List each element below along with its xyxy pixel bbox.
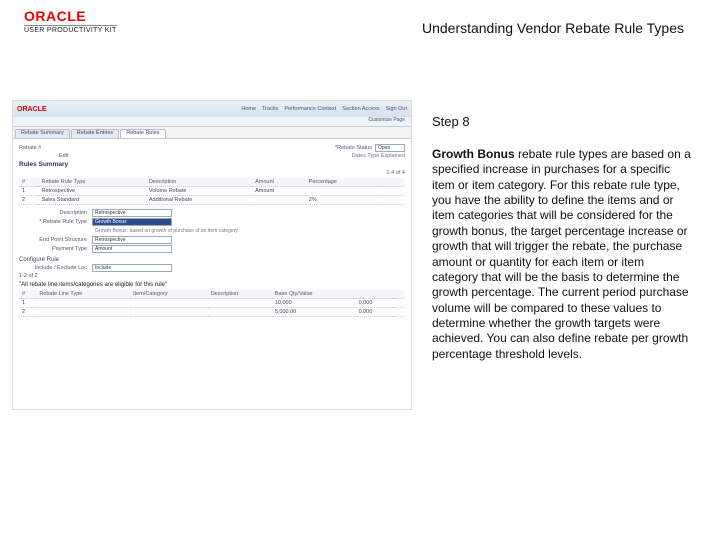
ss-customize-link[interactable]: Customize Page [13,117,411,127]
ss-rrt-label: * Rebate Rule Type [19,219,89,225]
ss-lines-table: # Rebate Line Type Item/Category Descrip… [19,290,405,317]
instruction-text: Growth Bonus rebate rule types are based… [432,147,692,362]
table-header-row: # Rebate Line Type Item/Category Descrip… [19,290,405,299]
ss-config-heading: Configure Rule [19,257,405,263]
col-e1 [379,178,392,187]
ss-tab-entries[interactable]: Rebate Entries [71,129,119,138]
ss-loc-select[interactable]: Include [92,264,172,272]
ss-desc-label: Description [19,210,89,216]
table-row[interactable]: 1 10,000 0.000 [19,299,405,308]
ss-status-label: *Rebate Status [335,145,372,151]
ss-nav-section[interactable]: Section Access [342,106,379,112]
ss-dates-label: Dates Type Explained [352,153,405,159]
ss-pager2: 1-2 of 2 [19,273,405,279]
col-pct: Percentage [306,178,379,187]
ss-rules-table: # Rebate Rule Type Description Amount Pe… [19,178,405,205]
page-title: Understanding Vendor Rebate Rule Types [422,20,684,36]
ss-nav-home[interactable]: Home [241,106,256,112]
col-e2 [392,178,405,187]
col-amt: Amount [252,178,306,187]
ss-pt-label: Payment Type [19,246,89,252]
app-screenshot: ORACLE Home Tracks Performance Context S… [12,100,412,410]
instruction-panel: Step 8 Growth Bonus rebate rule types ar… [432,114,692,362]
ss-rrt-select[interactable]: Growth Bonus [92,218,172,226]
table-row[interactable]: 2 5,000.00 0.000 [19,308,405,317]
table-row[interactable]: 1 Retrospective Volume Rebate Amount [19,187,405,196]
ss-desc-select[interactable]: Retrospective [92,209,172,217]
c2-e2 [393,290,405,299]
c2-num: # [19,290,36,299]
ss-range: 1-4 of 4 [19,170,405,176]
ss-eligibility-note: "All rebate line items/categories are el… [19,282,405,288]
brand-logo-block: ORACLE USER PRODUCTIVITY KIT [24,8,117,34]
ss-rrt-note: Growth Bonus: based on growth of purchas… [95,228,405,234]
col-desc: Description [146,178,252,187]
ss-nav-perf[interactable]: Performance Context [284,106,336,112]
ss-rebate-num-label: Rebate # [19,145,41,151]
col-num: # [19,178,38,187]
c2-desc: Description [208,290,272,299]
c2-base: Base Qty/Value [272,290,356,299]
ss-rules-heading: Rules Summary [19,161,405,168]
c2-e1 [356,290,394,299]
ss-nav: Home Tracks Performance Context Section … [241,106,407,112]
table-header-row: # Rebate Rule Type Description Amount Pe… [19,178,405,187]
ss-edit-link[interactable]: Edit [59,153,68,159]
c2-item: Item/Category [130,290,208,299]
col-type: Rebate Rule Type [38,178,145,187]
ss-eps-select[interactable]: Retrospective [92,236,172,244]
ss-nav-tracks[interactable]: Tracks [262,106,278,112]
ss-loc-label: Include / Exclude Loc [19,265,89,271]
ss-tabs: Rebate Summary Rebate Entries Rebate Rul… [13,127,411,139]
upk-subbrand: USER PRODUCTIVITY KIT [24,25,117,34]
ss-pt-select[interactable]: Amount [92,245,172,253]
ss-oracle-logo: ORACLE [17,106,47,113]
ss-tab-summary[interactable]: Rebate Summary [15,129,70,138]
ss-nav-signout[interactable]: Sign Out [386,106,407,112]
ss-status-value[interactable]: Open [375,144,405,152]
instruction-body: rebate rule types are based on a specifi… [432,147,691,361]
ss-eps-label: End Point Structure [19,237,89,243]
c2-type: Rebate Line Type [36,290,130,299]
ss-body: Rebate # *Rebate Status Open Edit Dates … [13,139,411,409]
oracle-logo: ORACLE [24,8,117,24]
ss-topbar: ORACLE Home Tracks Performance Context S… [13,101,411,117]
ss-tab-rules[interactable]: Rebate Rules [120,129,165,138]
growth-bonus-term: Growth Bonus [432,147,515,161]
table-row[interactable]: 2 Sales Standard Additional Rebate 2% [19,196,405,205]
step-label: Step 8 [432,114,692,129]
